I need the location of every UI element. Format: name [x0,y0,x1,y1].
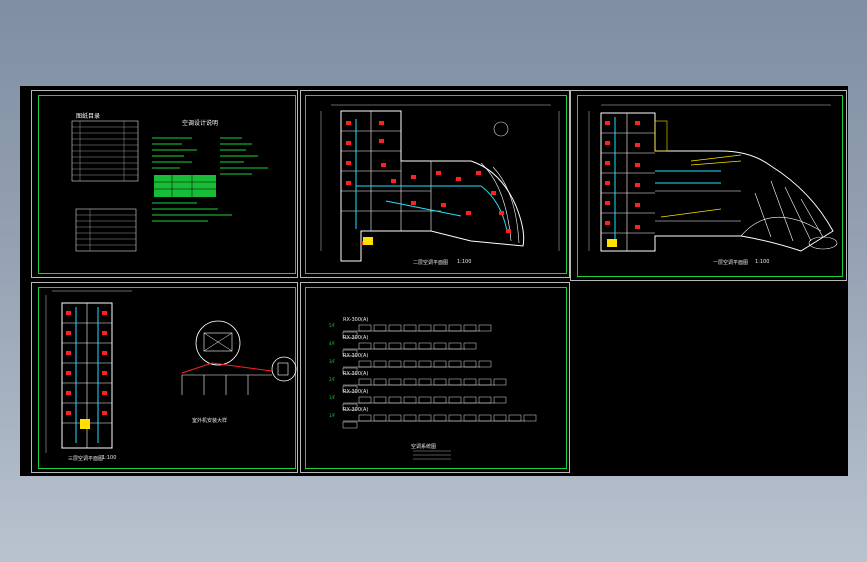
sheet-index[interactable]: 图纸目录 空调设计说明 [31,90,298,278]
floor-1-drawing [588,104,838,252]
system-diagram [342,324,537,460]
floor-2-drawing [320,104,560,262]
sheet-floor-2[interactable]: 二层空调平面图 1:100 [300,90,570,278]
sheet-floor-3[interactable]: 三层空调平面图 1:100 室外机安装大样 [31,282,298,473]
index-tables [71,120,268,252]
sheet-floor-1[interactable]: 一层空调平面图 1:100 [570,90,847,281]
sheet-system[interactable]: 空调系统图 5/F 4/F 3/F 2/F 1/F 1/F RX-300(A) … [300,282,570,473]
floor-3-drawing [45,290,297,453]
cad-viewport[interactable]: 图纸目录 空调设计说明 二层空调平面图 1:100 一层空调平面图 1:100 … [20,86,848,476]
